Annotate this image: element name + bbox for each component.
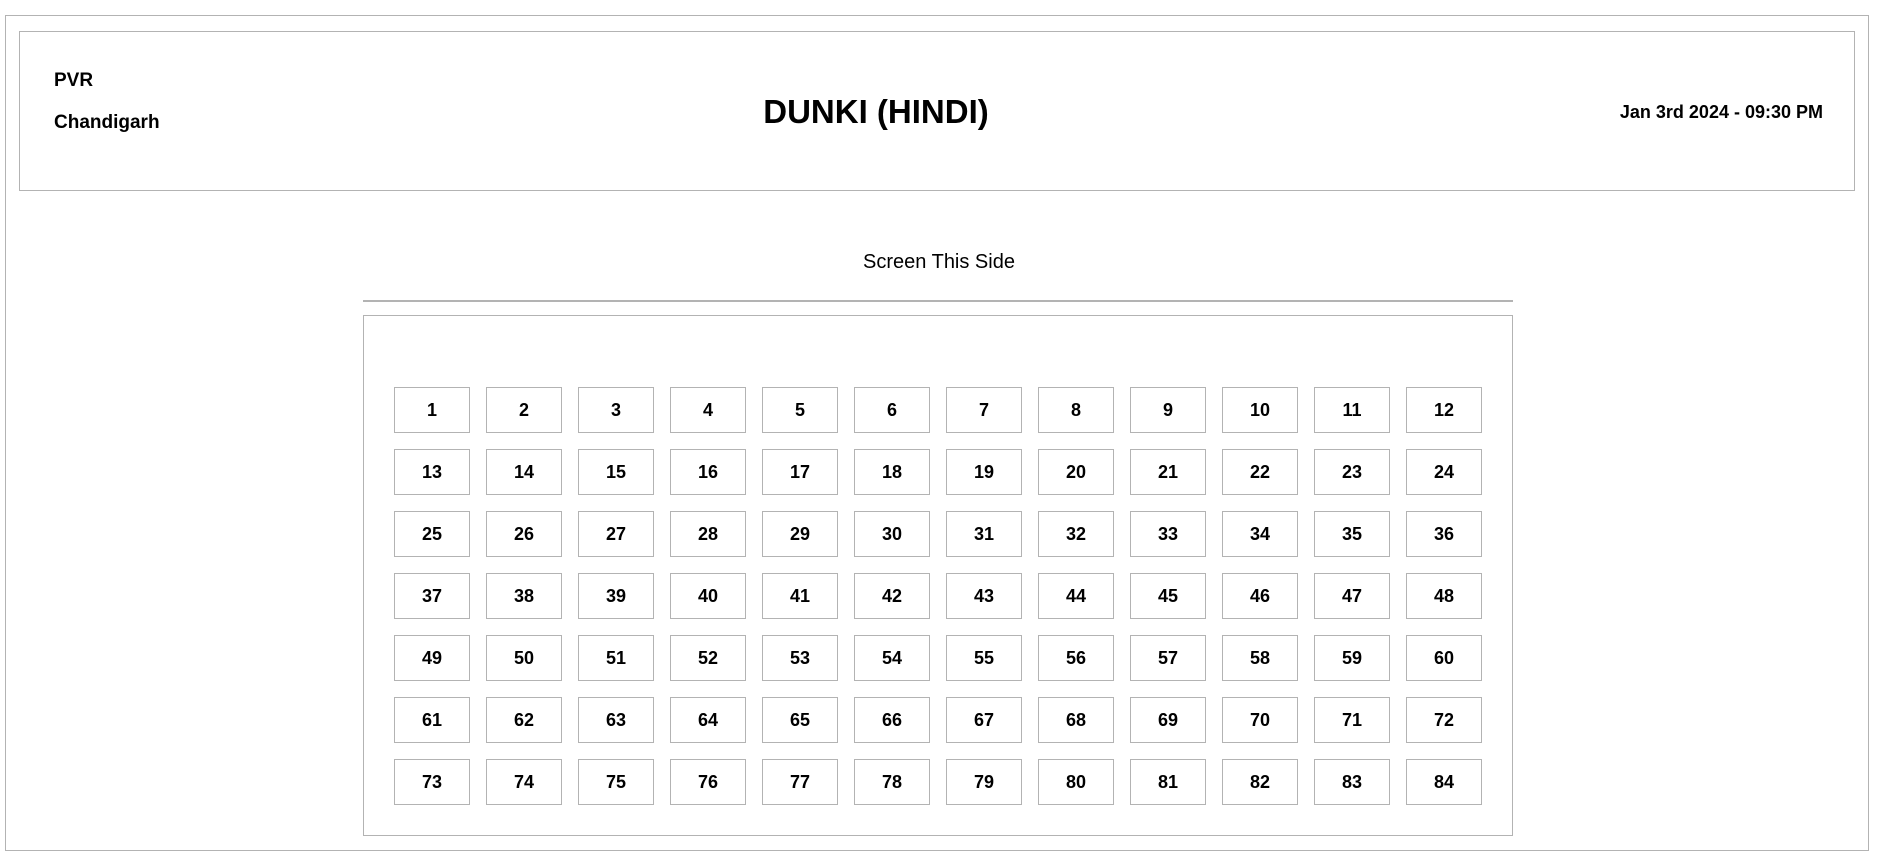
- seat-61[interactable]: 61: [394, 697, 470, 743]
- seat-35[interactable]: 35: [1314, 511, 1390, 557]
- seat-68[interactable]: 68: [1038, 697, 1114, 743]
- screen-divider: [363, 300, 1513, 302]
- seat-9[interactable]: 9: [1130, 387, 1206, 433]
- seat-14[interactable]: 14: [486, 449, 562, 495]
- seat-80[interactable]: 80: [1038, 759, 1114, 805]
- seat-32[interactable]: 32: [1038, 511, 1114, 557]
- seat-11[interactable]: 11: [1314, 387, 1390, 433]
- seat-79[interactable]: 79: [946, 759, 1022, 805]
- seat-13[interactable]: 13: [394, 449, 470, 495]
- seat-39[interactable]: 39: [578, 573, 654, 619]
- seat-48[interactable]: 48: [1406, 573, 1482, 619]
- seat-53[interactable]: 53: [762, 635, 838, 681]
- seat-38[interactable]: 38: [486, 573, 562, 619]
- seat-75[interactable]: 75: [578, 759, 654, 805]
- seat-27[interactable]: 27: [578, 511, 654, 557]
- seat-22[interactable]: 22: [1222, 449, 1298, 495]
- seat-29[interactable]: 29: [762, 511, 838, 557]
- seat-40[interactable]: 40: [670, 573, 746, 619]
- seat-76[interactable]: 76: [670, 759, 746, 805]
- seat-grid: 1 2 3 4 5 6 7 8 9 10 11 12 13 14 15 16 17 18 19 20 21 22 23 24 2…: [394, 387, 1482, 805]
- seat-42[interactable]: 42: [854, 573, 930, 619]
- seat-26[interactable]: 26: [486, 511, 562, 557]
- seat-69[interactable]: 69: [1130, 697, 1206, 743]
- seat-49[interactable]: 49: [394, 635, 470, 681]
- seat-3[interactable]: 3: [578, 387, 654, 433]
- seat-51[interactable]: 51: [578, 635, 654, 681]
- seat-74[interactable]: 74: [486, 759, 562, 805]
- seat-62[interactable]: 62: [486, 697, 562, 743]
- seat-70[interactable]: 70: [1222, 697, 1298, 743]
- venue-name: PVR: [54, 70, 94, 91]
- seat-20[interactable]: 20: [1038, 449, 1114, 495]
- show-header: PVR Chandigarh DUNKI (HINDI) Jan 3rd 202…: [19, 31, 1855, 191]
- seat-78[interactable]: 78: [854, 759, 930, 805]
- seat-15[interactable]: 15: [578, 449, 654, 495]
- seat-52[interactable]: 52: [670, 635, 746, 681]
- seat-46[interactable]: 46: [1222, 573, 1298, 619]
- seat-72[interactable]: 72: [1406, 697, 1482, 743]
- seat-6[interactable]: 6: [854, 387, 930, 433]
- seat-24[interactable]: 24: [1406, 449, 1482, 495]
- seat-4[interactable]: 4: [670, 387, 746, 433]
- seat-30[interactable]: 30: [854, 511, 930, 557]
- seat-33[interactable]: 33: [1130, 511, 1206, 557]
- seat-60[interactable]: 60: [1406, 635, 1482, 681]
- showtime: Jan 3rd 2024 - 09:30 PM: [1619, 102, 1823, 122]
- seat-44[interactable]: 44: [1038, 573, 1114, 619]
- seat-83[interactable]: 83: [1314, 759, 1390, 805]
- seat-25[interactable]: 25: [394, 511, 470, 557]
- seat-45[interactable]: 45: [1130, 573, 1206, 619]
- seat-77[interactable]: 77: [762, 759, 838, 805]
- seat-63[interactable]: 63: [578, 697, 654, 743]
- seat-66[interactable]: 66: [854, 697, 930, 743]
- seat-73[interactable]: 73: [394, 759, 470, 805]
- seat-56[interactable]: 56: [1038, 635, 1114, 681]
- seat-81[interactable]: 81: [1130, 759, 1206, 805]
- seat-84[interactable]: 84: [1406, 759, 1482, 805]
- seat-23[interactable]: 23: [1314, 449, 1390, 495]
- seat-5[interactable]: 5: [762, 387, 838, 433]
- seat-41[interactable]: 41: [762, 573, 838, 619]
- seat-37[interactable]: 37: [394, 573, 470, 619]
- seat-2[interactable]: 2: [486, 387, 562, 433]
- seat-36[interactable]: 36: [1406, 511, 1482, 557]
- seat-67[interactable]: 67: [946, 697, 1022, 743]
- seat-59[interactable]: 59: [1314, 635, 1390, 681]
- seat-8[interactable]: 8: [1038, 387, 1114, 433]
- seat-50[interactable]: 50: [486, 635, 562, 681]
- seat-54[interactable]: 54: [854, 635, 930, 681]
- seat-17[interactable]: 17: [762, 449, 838, 495]
- seat-43[interactable]: 43: [946, 573, 1022, 619]
- seat-map: 1 2 3 4 5 6 7 8 9 10 11 12 13 14 15 16 17 18 19 20 21 22 23 24 2…: [363, 315, 1513, 836]
- movie-title: DUNKI (HINDI): [763, 93, 989, 130]
- seat-19[interactable]: 19: [946, 449, 1022, 495]
- seat-71[interactable]: 71: [1314, 697, 1390, 743]
- seat-7[interactable]: 7: [946, 387, 1022, 433]
- seat-12[interactable]: 12: [1406, 387, 1482, 433]
- seat-21[interactable]: 21: [1130, 449, 1206, 495]
- seat-57[interactable]: 57: [1130, 635, 1206, 681]
- seat-18[interactable]: 18: [854, 449, 930, 495]
- seat-1[interactable]: 1: [394, 387, 470, 433]
- seat-82[interactable]: 82: [1222, 759, 1298, 805]
- seat-47[interactable]: 47: [1314, 573, 1390, 619]
- seat-64[interactable]: 64: [670, 697, 746, 743]
- seat-16[interactable]: 16: [670, 449, 746, 495]
- seat-28[interactable]: 28: [670, 511, 746, 557]
- seat-55[interactable]: 55: [946, 635, 1022, 681]
- screen-label: Screen This Side: [863, 251, 1015, 273]
- seat-65[interactable]: 65: [762, 697, 838, 743]
- seat-10[interactable]: 10: [1222, 387, 1298, 433]
- seat-31[interactable]: 31: [946, 511, 1022, 557]
- seat-58[interactable]: 58: [1222, 635, 1298, 681]
- seat-34[interactable]: 34: [1222, 511, 1298, 557]
